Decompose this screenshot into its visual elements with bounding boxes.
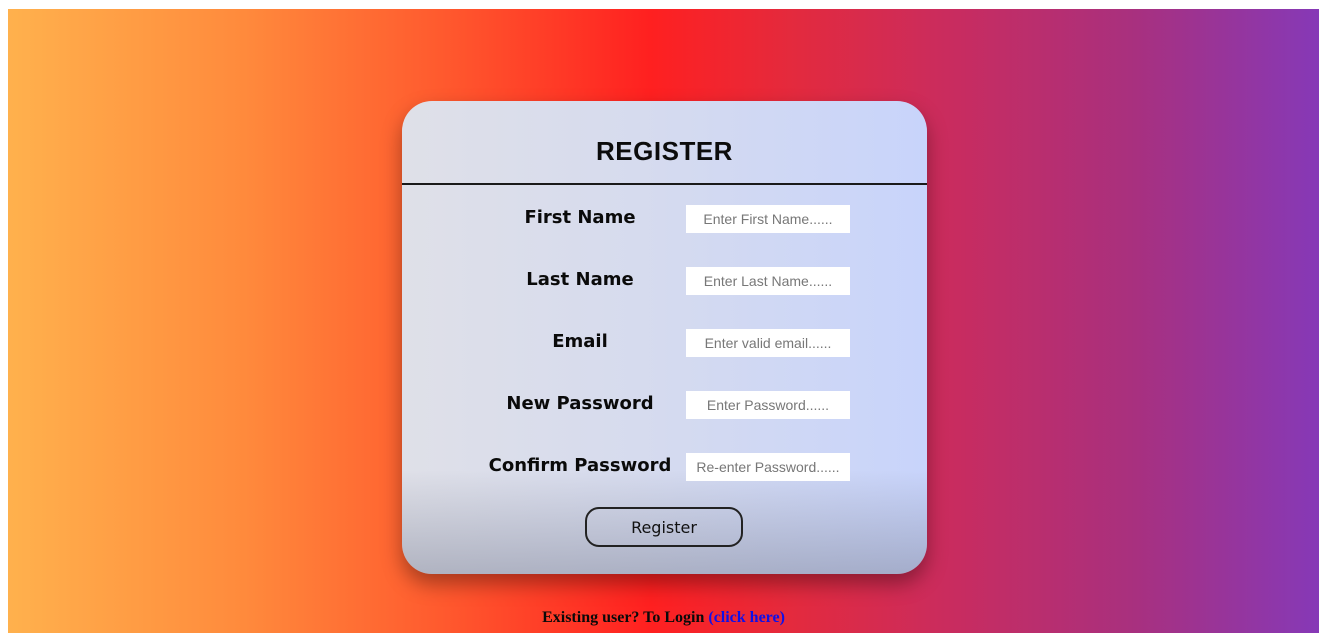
new-password-row: New Password	[402, 389, 927, 419]
page-background: REGISTER First Name Last Name Email New …	[8, 9, 1319, 633]
last-name-input[interactable]	[686, 267, 850, 295]
confirm-password-row: Confirm Password	[402, 451, 927, 481]
confirm-password-label: Confirm Password	[488, 455, 672, 476]
new-password-input[interactable]	[686, 391, 850, 419]
first-name-label: First Name	[524, 207, 636, 228]
new-password-label: New Password	[506, 393, 654, 414]
login-prompt: Existing user? To Login (click here)	[8, 609, 1319, 627]
first-name-input[interactable]	[686, 205, 850, 233]
register-card: REGISTER First Name Last Name Email New …	[402, 101, 927, 574]
email-row: Email	[402, 327, 927, 357]
confirm-password-input[interactable]	[686, 453, 850, 481]
last-name-label: Last Name	[526, 269, 634, 290]
email-input[interactable]	[686, 329, 850, 357]
register-button[interactable]: Register	[585, 507, 743, 547]
form-title: REGISTER	[596, 136, 733, 166]
last-name-row: Last Name	[402, 265, 927, 295]
title-divider	[402, 183, 927, 185]
login-link[interactable]: (click here)	[708, 609, 785, 626]
email-label: Email	[552, 331, 608, 352]
login-prompt-text: Existing user? To Login	[542, 609, 705, 626]
first-name-row: First Name	[402, 203, 927, 233]
